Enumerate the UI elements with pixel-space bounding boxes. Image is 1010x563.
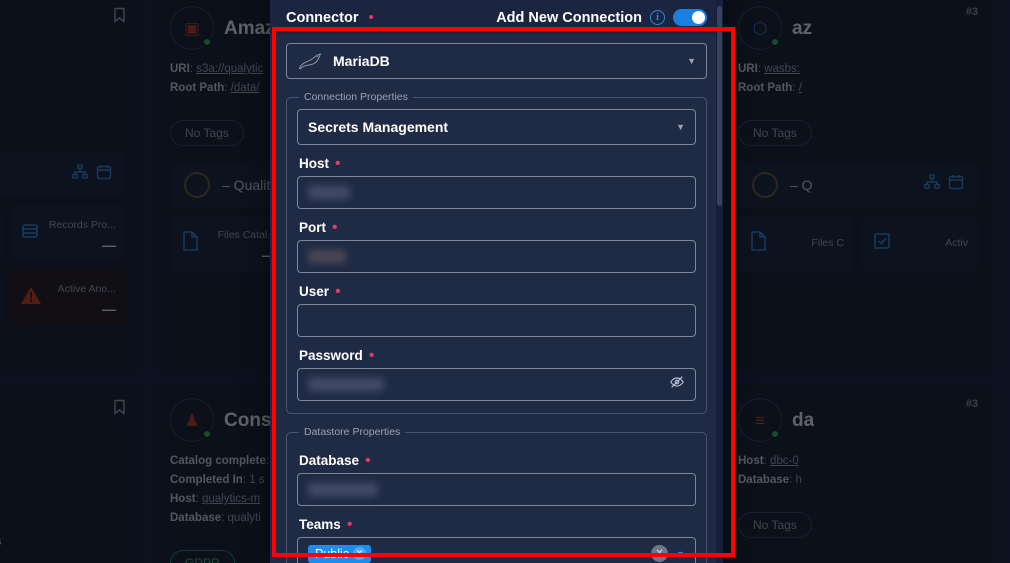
field-label: Teams • [299, 516, 353, 533]
host-input[interactable] [297, 176, 696, 209]
required-marker: • [361, 452, 371, 469]
team-chip[interactable]: Public ✕ [308, 544, 372, 563]
redacted-value [308, 483, 378, 496]
redacted-value [308, 378, 384, 391]
datastore-properties-legend: Datastore Properties [304, 426, 401, 438]
chevron-down-icon: ▼ [676, 122, 685, 132]
info-icon[interactable]: i [650, 10, 665, 25]
chip-remove-icon[interactable]: ✕ [353, 547, 367, 560]
required-marker: • [368, 9, 374, 26]
datastore-properties-group: Datastore Properties Database • Teams • Pu… [286, 426, 707, 563]
required-marker: • [331, 155, 341, 172]
modal-body: MariaDB ▼ Connection Properties Secrets … [270, 34, 723, 563]
connector-modal: Connector • Add New Connection i MariaDB… [270, 0, 723, 563]
field-label: Host • [299, 155, 341, 172]
secrets-management-select[interactable]: Secrets Management ▼ [297, 109, 696, 145]
eye-off-icon[interactable] [669, 374, 685, 395]
database-input[interactable] [297, 473, 696, 506]
modal-header: Connector • Add New Connection i [270, 0, 723, 34]
chevron-down-icon[interactable]: ▼ [676, 549, 685, 559]
required-marker: • [328, 219, 338, 236]
mariadb-logo-icon [298, 53, 322, 70]
required-marker: • [331, 283, 341, 300]
chevron-down-icon: ▼ [687, 56, 696, 66]
connector-label: Connector [286, 9, 359, 26]
redacted-value [308, 186, 350, 199]
redacted-value [308, 250, 346, 263]
connection-fields: Host • Port • User • Password • [297, 156, 696, 401]
connection-properties-legend: Connection Properties [304, 91, 408, 103]
scrollbar-thumb[interactable] [717, 6, 722, 206]
connection-properties-group: Connection Properties Secrets Management… [286, 91, 707, 414]
field-label: Password • [299, 347, 375, 364]
screen: Debugeted: 2 days ago2 secondsgoogleapis… [0, 0, 1010, 563]
modal-scrollbar[interactable] [716, 0, 723, 563]
secrets-management-value: Secrets Management [308, 119, 449, 135]
connector-value: MariaDB [333, 53, 390, 69]
connector-select[interactable]: MariaDB ▼ [286, 43, 707, 79]
user-input[interactable] [297, 304, 696, 337]
field-label: User • [299, 283, 341, 300]
required-marker: • [364, 347, 375, 364]
port-input[interactable] [297, 240, 696, 273]
teams-input[interactable]: Public ✕ ✕ ▼ [297, 537, 696, 563]
required-marker: • [342, 516, 353, 533]
field-label: Port • [299, 219, 338, 236]
datastore-fields: Database • Teams • Public ✕ ✕ ▼ [297, 453, 696, 563]
add-new-connection-label: Add New Connection [496, 9, 642, 26]
clear-all-icon[interactable]: ✕ [651, 545, 669, 562]
add-new-connection-toggle[interactable] [673, 9, 707, 26]
field-label: Database • [299, 452, 371, 469]
password-input[interactable] [297, 368, 696, 401]
